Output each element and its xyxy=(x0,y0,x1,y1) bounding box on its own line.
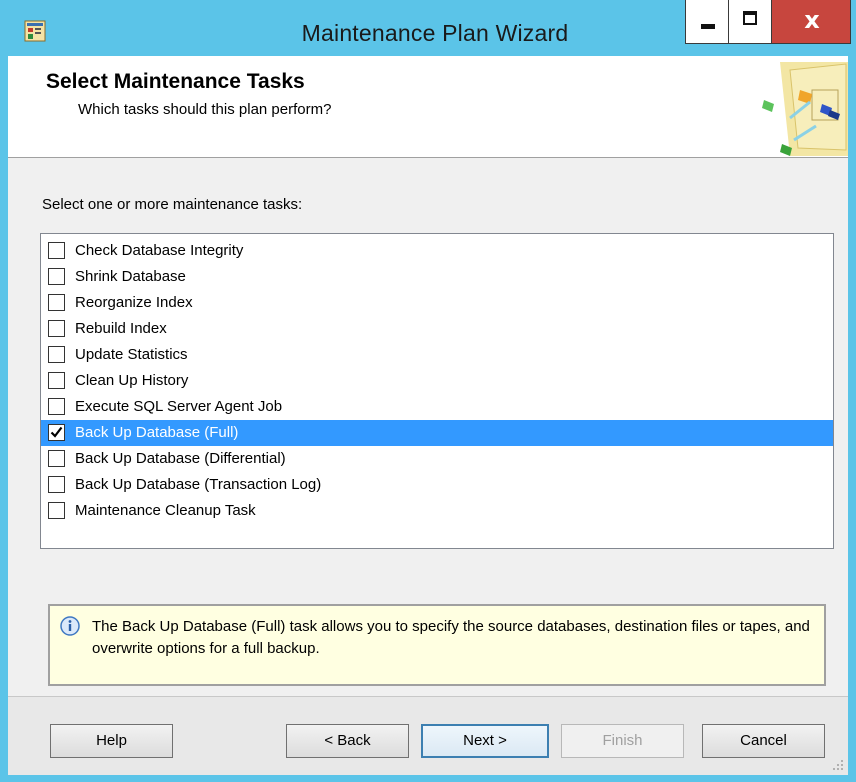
checkmark-icon xyxy=(50,426,63,438)
task-checkbox[interactable] xyxy=(48,268,65,285)
task-label: Back Up Database (Transaction Log) xyxy=(75,476,322,493)
task-checkbox[interactable] xyxy=(48,398,65,415)
task-label: Maintenance Cleanup Task xyxy=(75,502,256,519)
resize-grip-icon[interactable] xyxy=(832,759,844,771)
back-button[interactable]: < Back xyxy=(286,724,409,758)
minimize-icon xyxy=(701,24,715,29)
cancel-button[interactable]: Cancel xyxy=(702,724,825,758)
minimize-button[interactable] xyxy=(685,0,729,44)
task-item[interactable]: Check Database Integrity xyxy=(41,238,833,264)
task-label: Update Statistics xyxy=(75,346,188,363)
task-item[interactable]: Rebuild Index xyxy=(41,316,833,342)
finish-button: Finish xyxy=(561,724,684,758)
page-subtitle: Which tasks should this plan perform? xyxy=(78,101,332,118)
task-instruction: Select one or more maintenance tasks: xyxy=(42,196,303,213)
task-label: Rebuild Index xyxy=(75,320,167,337)
task-item[interactable]: Reorganize Index xyxy=(41,290,833,316)
task-description-box: The Back Up Database (Full) task allows … xyxy=(48,604,826,686)
task-description: The Back Up Database (Full) task allows … xyxy=(92,618,810,657)
task-label: Back Up Database (Full) xyxy=(75,424,239,441)
task-list[interactable]: Check Database Integrity Shrink Database R… xyxy=(40,233,834,549)
task-checkbox[interactable] xyxy=(48,242,65,259)
task-checkbox[interactable] xyxy=(48,294,65,311)
task-item[interactable]: Shrink Database xyxy=(41,264,833,290)
task-item[interactable]: Maintenance Cleanup Task xyxy=(41,498,833,524)
task-label: Reorganize Index xyxy=(75,294,193,311)
task-checkbox[interactable] xyxy=(48,320,65,337)
task-label: Back Up Database (Differential) xyxy=(75,450,286,467)
button-bar: Help < Back Next > Finish Cancel xyxy=(8,696,848,775)
wizard-header: Select Maintenance Tasks Which tasks sho… xyxy=(8,56,848,158)
task-label: Clean Up History xyxy=(75,372,189,389)
task-label: Execute SQL Server Agent Job xyxy=(75,398,283,415)
close-icon: x xyxy=(804,6,820,34)
wizard-client-area: Select Maintenance Tasks Which tasks sho… xyxy=(8,56,848,775)
info-icon xyxy=(60,616,80,636)
task-item[interactable]: Clean Up History xyxy=(41,368,833,394)
task-item[interactable]: Execute SQL Server Agent Job xyxy=(41,394,833,420)
task-checkbox[interactable] xyxy=(48,424,65,441)
task-label: Shrink Database xyxy=(75,268,186,285)
maximize-button[interactable] xyxy=(728,0,772,44)
task-checkbox[interactable] xyxy=(48,476,65,493)
task-item[interactable]: Back Up Database (Transaction Log) xyxy=(41,472,833,498)
task-checkbox[interactable] xyxy=(48,450,65,467)
task-item[interactable]: Back Up Database (Differential) xyxy=(41,446,833,472)
task-checkbox[interactable] xyxy=(48,502,65,519)
next-button[interactable]: Next > xyxy=(421,724,549,758)
help-button[interactable]: Help xyxy=(50,724,173,758)
task-checkbox[interactable] xyxy=(48,346,65,363)
task-item[interactable]: Back Up Database (Full) xyxy=(41,420,833,446)
maximize-icon xyxy=(743,11,757,25)
page-title: Select Maintenance Tasks xyxy=(46,70,305,93)
close-button[interactable]: x xyxy=(771,0,851,44)
task-item[interactable]: Update Statistics xyxy=(41,342,833,368)
task-checkbox[interactable] xyxy=(48,372,65,389)
task-label: Check Database Integrity xyxy=(75,242,244,259)
wizard-window: Maintenance Plan Wizard x Select Mainten… xyxy=(0,0,856,782)
wizard-graphic xyxy=(762,62,848,156)
